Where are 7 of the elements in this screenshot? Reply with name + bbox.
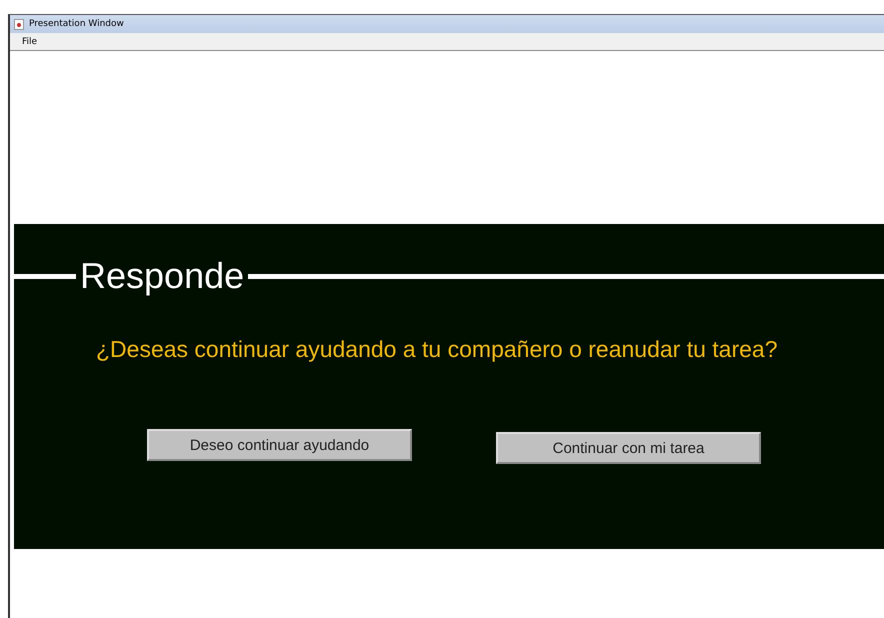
- choice-button[interactable]: Deseo continuar ayudando: [147, 429, 412, 461]
- window-title: Presentation Window: [29, 19, 124, 29]
- panel-title: Responde: [79, 255, 246, 297]
- menu-item[interactable]: File: [22, 36, 38, 46]
- app-icon: [14, 18, 24, 30]
- choice-button[interactable]: Continuar con mi tarea: [496, 432, 761, 464]
- question-text: ¿Deseas continuar ayudando a tu compañero o reanudar tu tarea?: [96, 336, 778, 363]
